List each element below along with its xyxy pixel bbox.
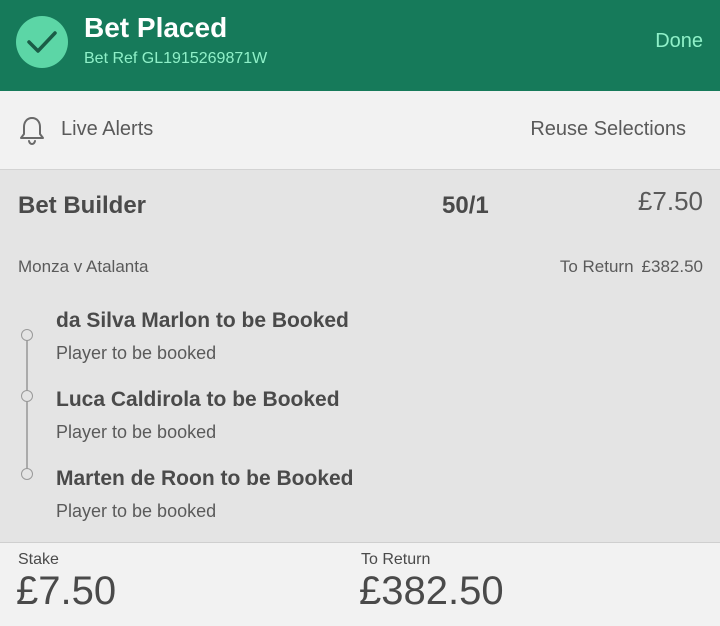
selection-name: Luca Caldirola to be Booked	[56, 388, 340, 411]
to-return-value: £382.50	[641, 257, 703, 276]
totals-footer: Stake £7.50 To Return £382.50	[0, 542, 720, 626]
bet-details: Bet Builder 50/1 £7.50 Monza v Atalanta …	[0, 170, 720, 542]
done-button[interactable]: Done	[655, 30, 703, 53]
stake-value: £7.50	[16, 569, 117, 613]
bet-odds: 50/1	[442, 192, 489, 219]
selection-name: Marten de Roon to be Booked	[56, 467, 354, 490]
check-icon	[16, 16, 68, 68]
match-name: Monza v Atalanta	[18, 257, 149, 276]
timeline-node	[21, 468, 33, 480]
timeline-node	[21, 390, 33, 402]
live-alerts-button[interactable]: Live Alerts	[61, 118, 153, 141]
bet-placed-header: Bet Placed Bet Ref GL1915269871W Done	[0, 0, 720, 91]
bet-stake: £7.50	[637, 186, 703, 216]
selection-market: Player to be booked	[56, 501, 217, 521]
to-return-label: To Return	[559, 257, 634, 276]
selection-market: Player to be booked	[56, 422, 217, 442]
actions-bar: Live Alerts Reuse Selections	[0, 91, 720, 170]
selection-name: da Silva Marlon to be Booked	[56, 309, 349, 332]
timeline-node	[21, 329, 33, 341]
bell-icon[interactable]	[18, 115, 46, 145]
stake-label: Stake	[18, 551, 59, 568]
bet-reference: Bet Ref GL1915269871W	[84, 50, 268, 67]
return-value: £382.50	[359, 569, 504, 613]
selection-timeline	[26, 335, 28, 475]
bet-type: Bet Builder	[18, 192, 147, 219]
reuse-selections-button[interactable]: Reuse Selections	[530, 118, 686, 141]
page-title: Bet Placed	[84, 12, 228, 43]
selection-market: Player to be booked	[56, 343, 217, 363]
return-label: To Return	[361, 551, 431, 568]
to-return-summary: To Return £382.50	[560, 257, 703, 277]
